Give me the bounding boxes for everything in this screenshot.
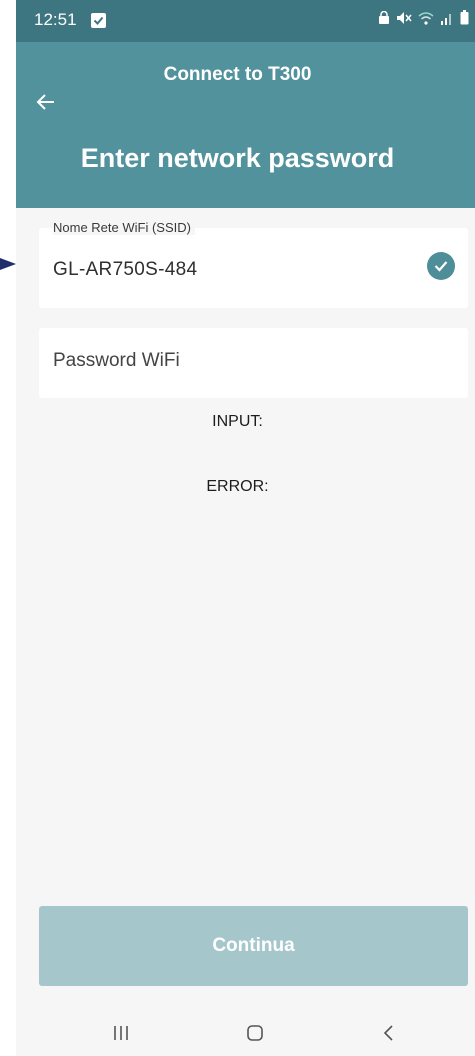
ssid-value: GL-AR750S-484 bbox=[53, 259, 198, 280]
back-icon[interactable] bbox=[380, 1024, 398, 1047]
recent-apps-icon[interactable] bbox=[112, 1024, 130, 1047]
status-icons bbox=[378, 10, 469, 30]
input-label: INPUT: bbox=[212, 413, 263, 430]
lock-icon bbox=[378, 10, 390, 30]
mute-icon bbox=[396, 11, 412, 30]
check-circle-icon bbox=[427, 252, 455, 280]
password-input[interactable] bbox=[53, 350, 433, 372]
battery-icon bbox=[460, 10, 469, 30]
system-nav-bar bbox=[0, 1008, 475, 1056]
status-bar: 12:51 bbox=[16, 0, 475, 42]
signal-icon bbox=[440, 11, 454, 30]
ssid-label: Nome Rete WiFi (SSID) bbox=[53, 220, 195, 235]
wifi-icon bbox=[418, 11, 434, 30]
error-label: ERROR: bbox=[206, 478, 269, 495]
checkbox-notification-icon bbox=[91, 13, 106, 28]
home-icon[interactable] bbox=[246, 1024, 264, 1047]
status-time: 12:51 bbox=[34, 10, 77, 29]
page-title: Connect to T300 bbox=[163, 64, 312, 85]
continue-button[interactable]: Continua bbox=[39, 906, 468, 986]
headline: Enter network password bbox=[80, 143, 395, 173]
arrow-left-icon[interactable] bbox=[34, 90, 62, 118]
